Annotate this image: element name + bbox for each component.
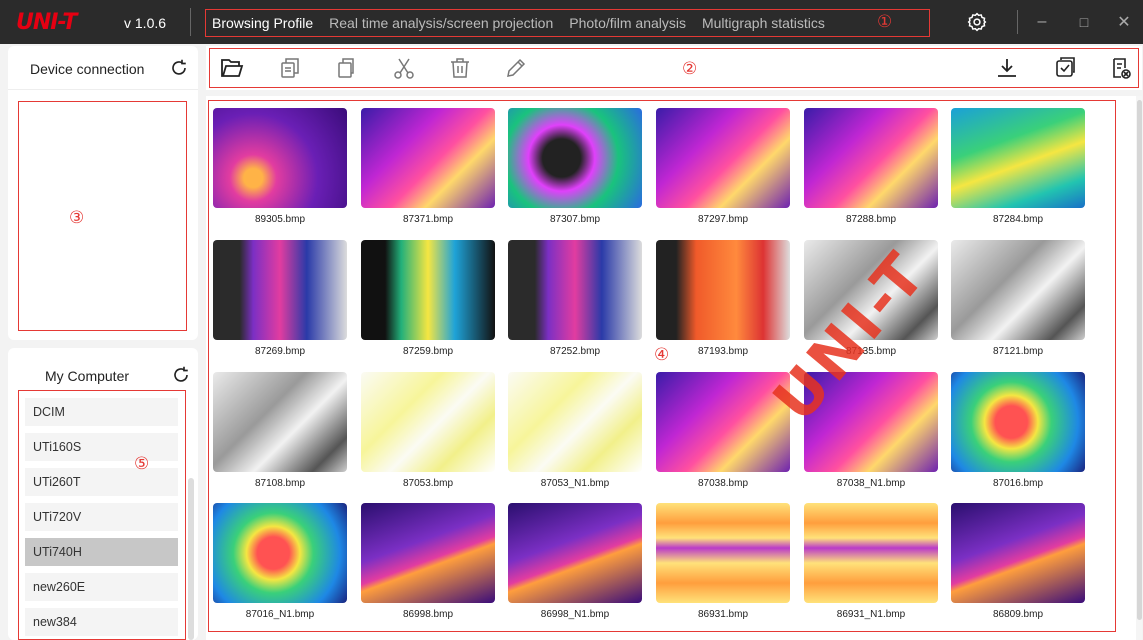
thermal-image-thumbnail[interactable] [213,108,347,208]
tab-realtime-analysis[interactable]: Real time analysis/screen projection [329,15,553,31]
duplicate-icon[interactable] [334,56,358,80]
computer-panel-title: My Computer [45,368,130,384]
device-panel-title: Device connection [30,61,145,77]
minimize-button[interactable]: – [1030,10,1054,34]
rename-icon[interactable] [504,56,528,80]
thumbnail-filename: 87016_N1.bmp [245,609,315,620]
thumbnail-filename: 86998.bmp [402,609,454,620]
title-bar: UNI-T v 1.0.6 Browsing Profile Real time… [0,0,1143,44]
refresh-icon[interactable] [170,59,188,77]
annotation-marker-3: ③ [69,208,85,228]
tab-multigraph-statistics[interactable]: Multigraph statistics [702,15,825,31]
thermal-image-thumbnail[interactable] [213,240,347,340]
folder-scrollbar[interactable] [188,478,194,640]
thermal-image-thumbnail[interactable] [361,372,495,472]
thermal-image-thumbnail[interactable] [361,503,495,603]
thumbnail-filename: 87053.bmp [402,478,454,489]
copy-icon[interactable] [278,56,302,80]
thermal-image-thumbnail[interactable] [951,108,1085,208]
file-toolbar: ② [206,46,1142,90]
thermal-image-thumbnail[interactable] [804,372,938,472]
refresh-icon[interactable] [172,366,190,384]
thumbnail-filename: 87135.bmp [845,346,897,357]
thumbnail-filename: 87038.bmp [697,478,749,489]
clear-selection-icon[interactable] [1109,56,1133,80]
thermal-image-thumbnail[interactable] [951,240,1085,340]
thumbnail-filename: 87297.bmp [697,214,749,225]
annotation-marker-2: ② [682,59,698,79]
thumbnail-filename: 87269.bmp [254,346,306,357]
thermal-image-thumbnail[interactable] [508,240,642,340]
thumbnail-filename: 87288.bmp [845,214,897,225]
device-list-area [18,101,187,331]
thumbnail-filename: 87259.bmp [402,346,454,357]
close-button[interactable]: ✕ [1112,10,1136,34]
my-computer-panel: My Computer DCIM UTi160S UTi260T UTi720V… [8,348,198,640]
thermal-image-thumbnail[interactable] [656,108,790,208]
thumbnail-filename: 87371.bmp [402,214,454,225]
device-connection-panel: Device connection ③ [8,46,198,340]
delete-icon[interactable] [448,56,472,80]
thermal-image-thumbnail[interactable] [213,503,347,603]
thumbnail-filename: 86998_N1.bmp [540,609,610,620]
content-scrollbar[interactable] [1137,100,1142,620]
thumbnail-filename: 87193.bmp [697,346,749,357]
thermal-image-thumbnail[interactable] [656,372,790,472]
thermal-image-thumbnail[interactable] [804,503,938,603]
annotation-marker-1: ① [877,12,893,32]
thermal-image-thumbnail[interactable] [656,503,790,603]
thumbnail-filename: 86809.bmp [992,609,1044,620]
thermal-image-thumbnail[interactable] [213,372,347,472]
maximize-button[interactable]: □ [1072,10,1096,34]
thermal-image-thumbnail[interactable] [951,372,1085,472]
thumbnail-filename: 86931_N1.bmp [836,609,906,620]
thumbnail-filename: 89305.bmp [254,214,306,225]
gear-icon[interactable] [967,12,987,32]
thumbnail-filename: 87284.bmp [992,214,1044,225]
tab-photo-film-analysis[interactable]: Photo/film analysis [569,15,686,31]
unit-logo: UNI-T [16,9,77,35]
thumbnail-filename: 87038_N1.bmp [836,478,906,489]
thumbnail-filename: 87108.bmp [254,478,306,489]
folder-list-area [18,390,186,640]
tab-browsing-profile[interactable]: Browsing Profile [212,15,313,31]
thermal-image-thumbnail[interactable] [951,503,1085,603]
annotation-marker-5: ⑤ [134,454,150,474]
thumbnail-filename: 86931.bmp [697,609,749,620]
device-panel-header: Device connection [8,46,198,90]
title-divider [190,8,191,36]
thermal-image-thumbnail[interactable] [656,240,790,340]
thermal-image-thumbnail[interactable] [361,240,495,340]
thumbnail-filename: 87307.bmp [549,214,601,225]
select-all-icon[interactable] [1053,56,1077,80]
folder-open-icon[interactable] [220,56,244,80]
thermal-image-thumbnail[interactable] [508,503,642,603]
main-nav: Browsing Profile Real time analysis/scre… [205,9,930,37]
thermal-image-thumbnail[interactable] [804,108,938,208]
thermal-image-thumbnail[interactable] [508,108,642,208]
annotation-marker-4: ④ [654,345,670,365]
thumbnail-filename: 87121.bmp [992,346,1044,357]
thermal-image-thumbnail[interactable] [804,240,938,340]
thumbnail-filename: 87016.bmp [992,478,1044,489]
cut-icon[interactable] [392,56,416,80]
thermal-image-thumbnail[interactable] [508,372,642,472]
thumbnail-filename: 87053_N1.bmp [540,478,610,489]
download-icon[interactable] [995,56,1019,80]
thermal-image-thumbnail[interactable] [361,108,495,208]
app-version: v 1.0.6 [124,15,167,31]
thumbnail-filename: 87252.bmp [549,346,601,357]
window-divider [1017,10,1018,34]
